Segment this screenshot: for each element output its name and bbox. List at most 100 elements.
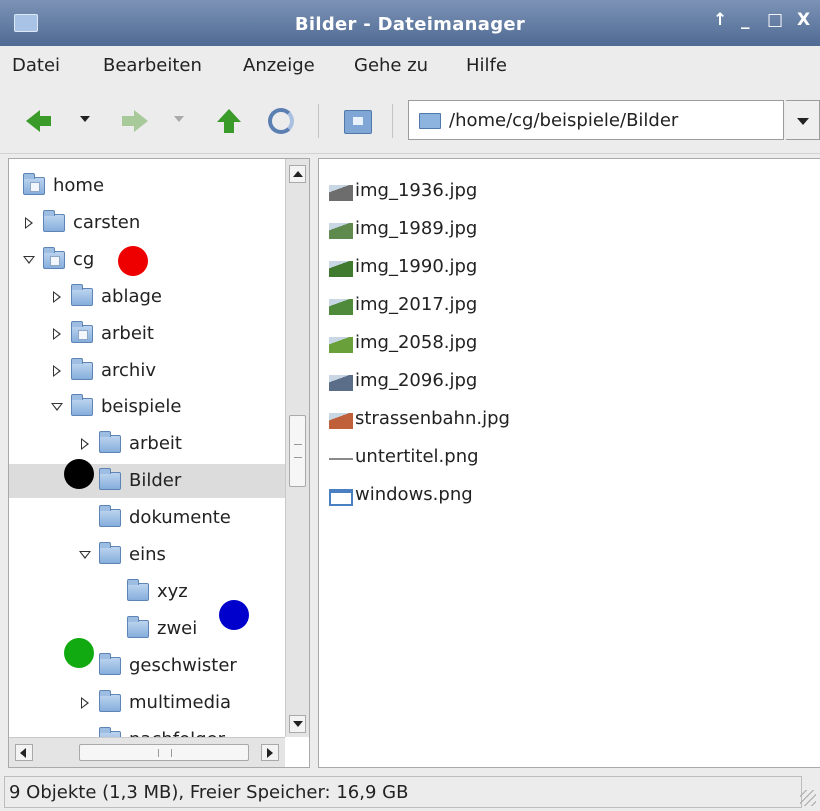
path-input[interactable]: /home/cg/beispiele/Bilder <box>408 100 784 140</box>
tree-item[interactable]: archiv <box>9 354 285 388</box>
tree-item[interactable]: dokumente <box>9 501 285 535</box>
tree-item-label: ablage <box>101 285 162 307</box>
folder-tree-pane[interactable]: home carsten cg ablage arbeit archiv beispiele… <box>8 158 310 768</box>
menu-hilfe[interactable]: Hilfe <box>466 55 507 76</box>
folder-icon <box>99 689 121 712</box>
folder-icon <box>99 431 121 454</box>
scroll-thumb[interactable] <box>289 415 306 487</box>
close-button[interactable]: X <box>797 10 810 30</box>
tree-vertical-scrollbar[interactable] <box>285 159 309 737</box>
back-history-dropdown[interactable] <box>80 116 90 122</box>
tree-item-label: arbeit <box>101 322 154 344</box>
file-item[interactable]: untertitel.png <box>329 441 809 475</box>
file-item[interactable]: img_1989.jpg <box>329 213 809 247</box>
collapsed-triangle-icon[interactable] <box>53 290 61 303</box>
tree-item[interactable]: carsten <box>9 206 285 240</box>
tree-item-label: eins <box>129 544 166 565</box>
file-item[interactable]: img_2058.jpg <box>329 327 809 361</box>
green-marker <box>64 638 94 668</box>
menu-anzeige[interactable]: Anzeige <box>243 55 315 76</box>
file-name: strassenbahn.jpg <box>355 408 510 429</box>
file-name: img_1936.jpg <box>355 180 478 201</box>
toolbar: /home/cg/beispiele/Bilder <box>0 86 820 154</box>
maximize-button[interactable]: □ <box>767 10 783 30</box>
forward-history-dropdown[interactable] <box>174 116 184 122</box>
file-name: img_1990.jpg <box>355 256 478 277</box>
back-button[interactable] <box>24 108 54 134</box>
red-marker <box>118 246 148 276</box>
tree-item[interactable]: eins <box>9 538 285 572</box>
scroll-down-button[interactable] <box>289 715 306 733</box>
new-folder-icon[interactable] <box>344 110 372 134</box>
tree-item[interactable]: arbeit <box>9 427 285 461</box>
collapsed-triangle-icon[interactable] <box>25 216 33 229</box>
file-name: windows.png <box>355 484 473 505</box>
file-item[interactable]: img_2096.jpg <box>329 365 809 399</box>
tree-item[interactable]: home <box>9 169 285 203</box>
menu-datei[interactable]: Datei <box>12 55 60 76</box>
file-name: img_2058.jpg <box>355 332 478 353</box>
expanded-triangle-icon[interactable] <box>23 255 35 264</box>
tree-item[interactable]: arbeit <box>9 317 285 351</box>
file-item[interactable]: img_1990.jpg <box>329 251 809 285</box>
tree-item[interactable]: geschwister <box>9 649 285 683</box>
scroll-up-button[interactable] <box>289 165 306 183</box>
scroll-right-button[interactable] <box>261 744 279 761</box>
window-image-icon <box>329 489 353 506</box>
scroll-left-button[interactable] <box>15 744 33 761</box>
collapsed-triangle-icon[interactable] <box>53 327 61 340</box>
tree-item-label: multimedia <box>129 691 232 713</box>
toolbar-separator <box>318 104 319 138</box>
status-bar: 9 Objekte (1,3 MB), Freier Speicher: 16,… <box>0 774 820 811</box>
tree-item-label: archiv <box>101 359 156 381</box>
forward-button[interactable] <box>120 108 150 134</box>
folder-icon <box>419 113 441 129</box>
scroll-thumb[interactable] <box>79 744 249 761</box>
expanded-triangle-icon[interactable] <box>79 551 91 559</box>
tree-item[interactable]: Bilder <box>9 464 285 499</box>
expanded-triangle-icon[interactable] <box>51 403 63 412</box>
photo-thumbnail-icon <box>329 413 353 429</box>
photo-thumbnail-icon <box>329 185 353 201</box>
folder-icon <box>127 615 149 638</box>
up-button[interactable] <box>214 108 244 134</box>
refresh-icon[interactable] <box>268 108 294 134</box>
menu-bar: Datei Bearbeiten Anzeige Gehe zu Hilfe <box>0 46 820 86</box>
file-list-pane[interactable]: img_1936.jpg img_1989.jpg img_1990.jpg img_… <box>318 158 820 768</box>
collapsed-triangle-icon[interactable] <box>81 438 89 451</box>
folder-icon <box>71 283 93 306</box>
folder-icon <box>43 209 65 232</box>
collapsed-triangle-icon[interactable] <box>81 696 89 709</box>
path-text: /home/cg/beispiele/Bilder <box>449 110 679 131</box>
blue-marker <box>219 600 249 630</box>
title-bar[interactable]: Bilder - Dateimanager ↑ _ □ X <box>0 0 820 46</box>
file-item[interactable]: windows.png <box>329 479 809 513</box>
home-folder-icon <box>43 246 65 269</box>
file-item[interactable]: img_1936.jpg <box>329 175 809 209</box>
tree-item-label: cg <box>73 248 95 270</box>
photo-thumbnail-icon <box>329 223 353 239</box>
tree-item-label: home <box>53 175 105 196</box>
photo-thumbnail-icon <box>329 299 353 315</box>
tree-item-label: beispiele <box>101 396 182 418</box>
file-item[interactable]: strassenbahn.jpg <box>329 403 809 437</box>
menu-gehe-zu[interactable]: Gehe zu <box>354 55 428 76</box>
tree-item-label: arbeit <box>129 433 182 455</box>
menu-bearbeiten[interactable]: Bearbeiten <box>103 55 202 76</box>
keep-above-button[interactable]: ↑ <box>713 10 727 30</box>
file-item[interactable]: img_2017.jpg <box>329 289 809 323</box>
folder-icon <box>99 505 121 528</box>
tree-item[interactable]: beispiele <box>9 390 285 424</box>
line-image-icon <box>329 458 353 460</box>
path-dropdown-button[interactable] <box>786 100 820 140</box>
resize-grip[interactable] <box>800 790 816 806</box>
tree-item[interactable]: multimedia <box>9 686 285 720</box>
photo-thumbnail-icon <box>329 337 353 353</box>
minimize-button[interactable]: _ <box>741 10 750 30</box>
tree-item[interactable]: ablage <box>9 280 285 314</box>
folder-icon <box>127 578 149 601</box>
folder-icon <box>99 652 121 675</box>
collapsed-triangle-icon[interactable] <box>53 364 61 377</box>
status-box: 9 Objekte (1,3 MB), Freier Speicher: 16,… <box>4 776 802 808</box>
tree-horizontal-scrollbar[interactable] <box>9 737 285 767</box>
